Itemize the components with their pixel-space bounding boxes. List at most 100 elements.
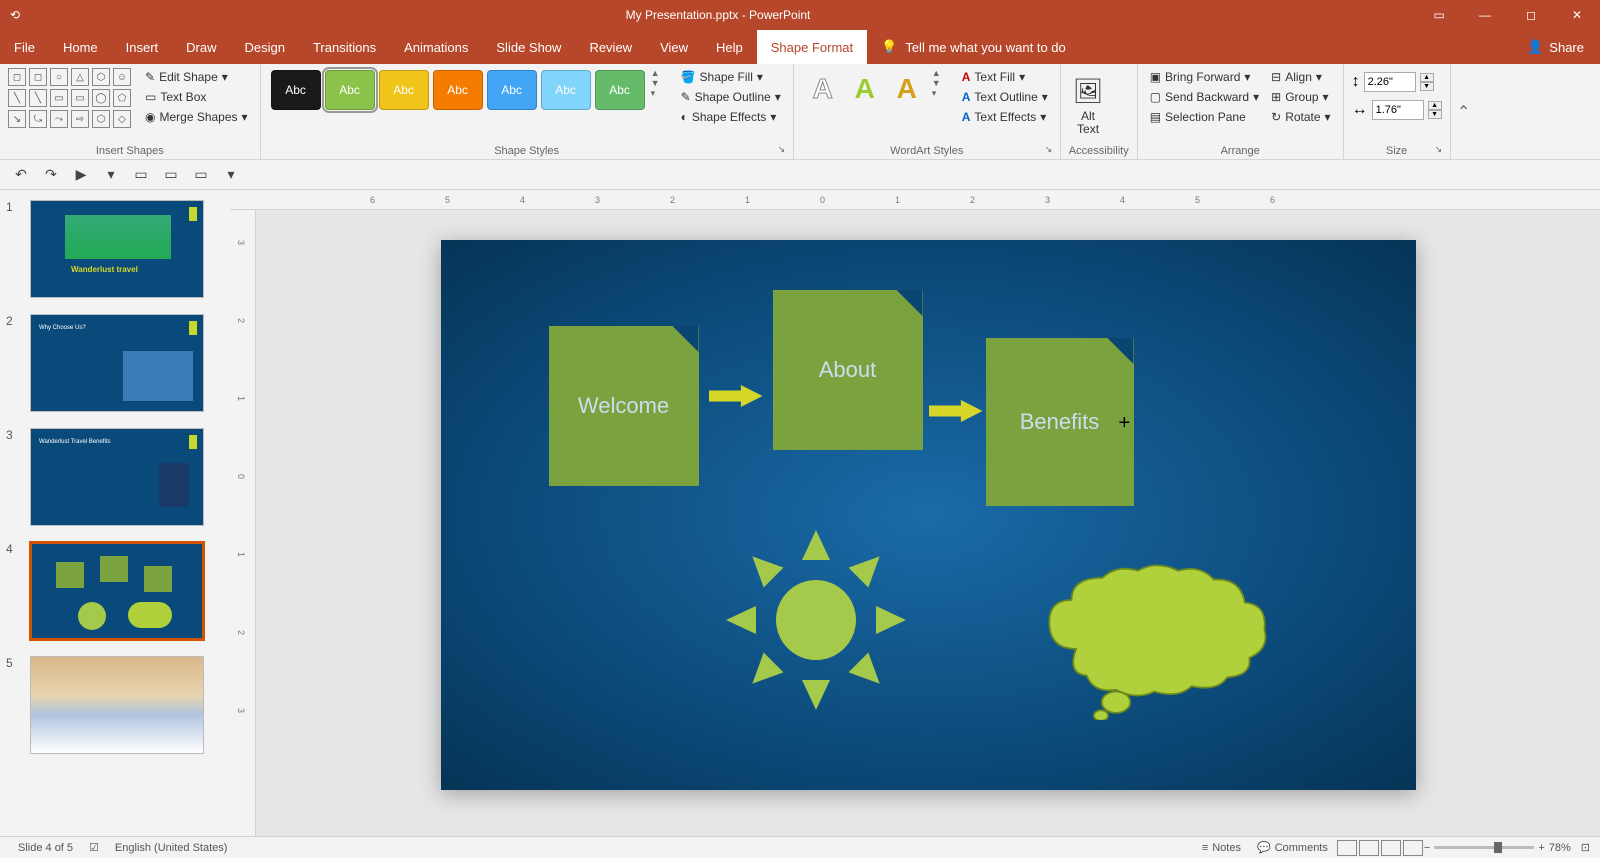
shape-style-swatch-4[interactable]: Abc — [487, 70, 537, 110]
slide-thumbnail-1[interactable]: Wanderlust travel — [30, 200, 204, 298]
shape-welcome[interactable]: Welcome — [549, 326, 699, 486]
shape-outline-button[interactable]: ✎Shape Outline ▾ — [677, 88, 785, 106]
text-outline-button[interactable]: AText Outline ▾ — [958, 88, 1052, 106]
shape-sun[interactable] — [726, 530, 906, 710]
tab-draw[interactable]: Draw — [172, 30, 230, 64]
height-down[interactable]: ▼ — [1420, 82, 1434, 91]
wordart-down-icon[interactable]: ▼ — [932, 78, 946, 88]
gallery-up-icon[interactable]: ▲ — [651, 68, 665, 78]
wordart-swatch-0[interactable]: A — [802, 68, 844, 110]
slide-4[interactable]: Welcome About Benefits + — [441, 240, 1416, 790]
reading-view-button[interactable] — [1381, 840, 1401, 856]
close-button[interactable]: ✕ — [1554, 0, 1600, 30]
zoom-level[interactable]: 78% — [1549, 842, 1571, 854]
slide-thumbnail-3[interactable]: Wanderlust Travel Benefits — [30, 428, 204, 526]
merge-shapes-button[interactable]: ◉Merge Shapes ▾ — [141, 108, 252, 126]
shape-style-swatch-1[interactable]: Abc — [325, 70, 375, 110]
shape-style-swatch-5[interactable]: Abc — [541, 70, 591, 110]
tab-design[interactable]: Design — [231, 30, 299, 64]
shape-styles-dialog-launcher[interactable]: ↘ — [778, 144, 790, 156]
shape-style-swatch-6[interactable]: Abc — [595, 70, 645, 110]
wordart-up-icon[interactable]: ▲ — [932, 68, 946, 78]
bring-forward-button[interactable]: ▣Bring Forward ▾ — [1146, 68, 1263, 86]
slide-thumbnail-2[interactable]: Why Choose Us? — [30, 314, 204, 412]
gallery-down-icon[interactable]: ▼ — [651, 78, 665, 88]
zoom-in-button[interactable]: + — [1538, 842, 1544, 854]
slideshow-view-button[interactable] — [1403, 840, 1423, 856]
shape-benefits[interactable]: Benefits — [986, 338, 1134, 506]
group-button[interactable]: ⊞Group ▾ — [1267, 88, 1334, 106]
tell-me-input[interactable]: Tell me what you want to do — [905, 40, 1065, 55]
arrow-2[interactable] — [929, 400, 983, 422]
shape-style-swatch-0[interactable]: Abc — [271, 70, 321, 110]
shape-width-input[interactable]: ↔ ▲▼ — [1352, 100, 1442, 120]
wordart-more-icon[interactable]: ▾ — [932, 88, 946, 99]
slide-counter[interactable]: Slide 4 of 5 — [10, 842, 81, 854]
shape-effects-button[interactable]: ◐Shape Effects ▾ — [677, 108, 785, 126]
text-effects-button[interactable]: AText Effects ▾ — [958, 108, 1052, 126]
rotate-button[interactable]: ↻Rotate ▾ — [1267, 108, 1334, 126]
slide-thumbnail-5[interactable] — [30, 656, 204, 754]
slide-canvas-area[interactable]: Welcome About Benefits + — [256, 210, 1600, 836]
shape-height-input[interactable]: ↕ ▲▼ — [1352, 72, 1442, 92]
gallery-more-icon[interactable]: ▾ — [651, 88, 665, 99]
accessibility-status[interactable]: ☑ — [81, 841, 107, 854]
slide-thumbnail-4[interactable] — [30, 542, 204, 640]
height-up[interactable]: ▲ — [1420, 73, 1434, 82]
shape-about[interactable]: About — [773, 290, 923, 450]
align-button[interactable]: ⊟Align ▾ — [1267, 68, 1334, 86]
tab-insert[interactable]: Insert — [112, 30, 173, 64]
tab-view[interactable]: View — [646, 30, 702, 64]
slide-sorter-button[interactable] — [1359, 840, 1379, 856]
qat-dropdown[interactable]: ▾ — [100, 164, 122, 186]
start-from-beginning-button[interactable]: ▶ — [70, 164, 92, 186]
width-down[interactable]: ▼ — [1428, 110, 1442, 119]
width-up[interactable]: ▲ — [1428, 101, 1442, 110]
minimize-button[interactable]: — — [1462, 0, 1508, 30]
tab-animations[interactable]: Animations — [390, 30, 482, 64]
language-status[interactable]: English (United States) — [107, 842, 236, 854]
zoom-out-button[interactable]: − — [1424, 842, 1430, 854]
comments-button[interactable]: 💬 Comments — [1249, 841, 1336, 854]
shape-style-swatch-2[interactable]: Abc — [379, 70, 429, 110]
notes-button[interactable]: ≡ Notes — [1194, 842, 1249, 854]
share-button[interactable]: 👤 Share — [1511, 30, 1600, 64]
fit-to-window-button[interactable]: ⊡ — [1581, 841, 1590, 854]
qat-icon-6[interactable]: ▭ — [190, 164, 212, 186]
shape-fill-button[interactable]: 🪣Shape Fill ▾ — [677, 68, 785, 86]
tab-shape-format[interactable]: Shape Format — [757, 30, 867, 64]
alt-text-button[interactable]: 🖼 AltText — [1069, 75, 1107, 137]
zoom-slider[interactable] — [1434, 846, 1534, 849]
arrow-1[interactable] — [709, 385, 763, 407]
size-dialog-launcher[interactable]: ↘ — [1435, 144, 1447, 156]
qat-customize[interactable]: ▾ — [220, 164, 242, 186]
wordart-swatch-2[interactable]: A — [886, 68, 928, 110]
ribbon-display-options[interactable]: ▭ — [1416, 0, 1462, 30]
wordart-dialog-launcher[interactable]: ↘ — [1045, 144, 1057, 156]
tab-transitions[interactable]: Transitions — [299, 30, 390, 64]
autosave-icon[interactable]: ⟲ — [10, 8, 20, 22]
shape-gallery[interactable]: ◻◻○△⬡☺ ╲╲▭▭◯⬠ ↘⤿⤳⇨⬡◇ — [8, 68, 131, 128]
slide-thumbnail-panel[interactable]: 1Wanderlust travel2Why Choose Us?3Wander… — [0, 190, 230, 836]
qat-icon-5[interactable]: ▭ — [160, 164, 182, 186]
text-box-button[interactable]: ▭Text Box — [141, 88, 252, 106]
maximize-button[interactable]: ◻ — [1508, 0, 1554, 30]
edit-shape-button[interactable]: ✎Edit Shape ▾ — [141, 68, 252, 86]
undo-button[interactable]: ↶ — [10, 164, 32, 186]
send-backward-button[interactable]: ▢Send Backward ▾ — [1146, 88, 1263, 106]
shape-thought-cloud[interactable] — [1016, 560, 1296, 720]
touch-mode-button[interactable]: ▭ — [130, 164, 152, 186]
redo-button[interactable]: ↷ — [40, 164, 62, 186]
tab-slide-show[interactable]: Slide Show — [482, 30, 575, 64]
tab-home[interactable]: Home — [49, 30, 112, 64]
wordart-gallery[interactable]: AAA — [802, 68, 928, 110]
selection-pane-button[interactable]: ▤Selection Pane — [1146, 108, 1263, 126]
tab-help[interactable]: Help — [702, 30, 757, 64]
wordart-swatch-1[interactable]: A — [844, 68, 886, 110]
shape-style-gallery[interactable]: AbcAbcAbcAbcAbcAbcAbc — [269, 68, 647, 112]
text-fill-button[interactable]: AText Fill ▾ — [958, 68, 1052, 86]
normal-view-button[interactable] — [1337, 840, 1357, 856]
tab-review[interactable]: Review — [575, 30, 646, 64]
collapse-ribbon-button[interactable]: ⌃ — [1451, 64, 1477, 159]
shape-style-swatch-3[interactable]: Abc — [433, 70, 483, 110]
